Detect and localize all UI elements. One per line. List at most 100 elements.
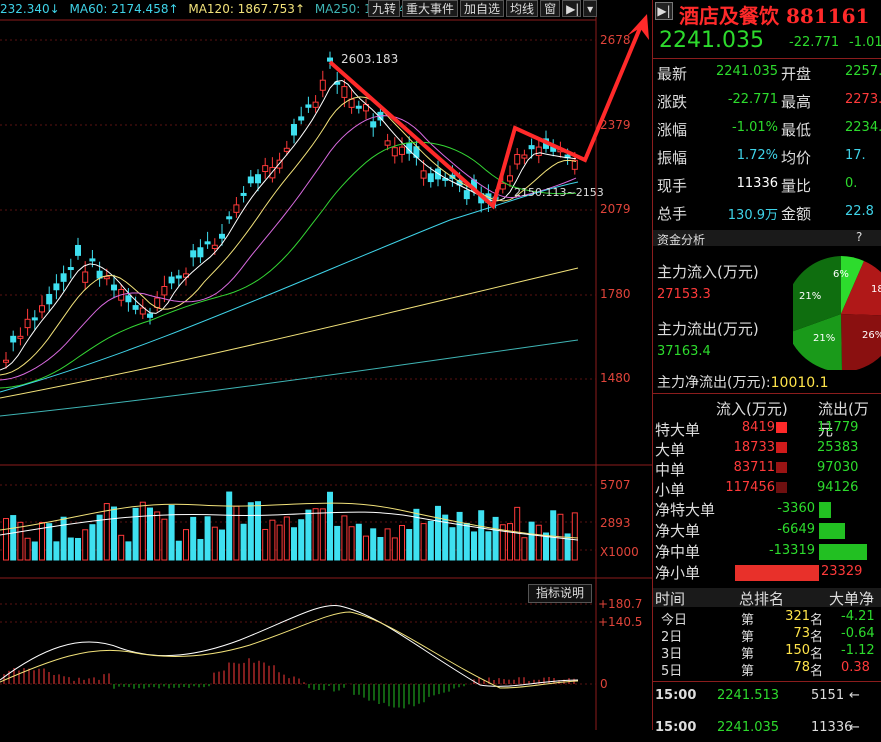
candle-body — [514, 154, 521, 165]
rank-number: 321 — [785, 609, 810, 624]
bignet-column-header: 大单净 — [829, 590, 875, 608]
quote-label: 均价 — [781, 149, 812, 167]
net-flow-bar — [735, 565, 819, 581]
volume-bar — [139, 501, 146, 561]
pin-icon[interactable]: ▶| — [655, 2, 673, 20]
candle-body — [39, 305, 45, 313]
candle-body — [211, 244, 218, 249]
volume-bar — [384, 528, 391, 561]
time-column-header: 时间 — [655, 590, 686, 608]
inflow-cell: 117456 — [707, 479, 789, 497]
volume-bar — [550, 510, 557, 561]
add-watchlist-button[interactable]: 加自选 — [460, 0, 505, 17]
jiuzhuan-button[interactable]: 九转 — [368, 0, 401, 17]
main-inflow-value: 27153.3 — [657, 287, 711, 302]
inflow-value: 117456 — [725, 480, 775, 495]
net-flow-bar — [819, 544, 867, 560]
rank-header: 时间 总排名 大单净 — [653, 588, 881, 608]
help-icon[interactable]: ? — [856, 230, 862, 244]
tick-time: 15:00 — [655, 688, 697, 703]
candle-body — [53, 283, 60, 291]
quote-value: 17. — [845, 148, 866, 163]
rank-column-header: 总排名 — [739, 590, 785, 608]
net-flow-bar — [819, 523, 845, 539]
volume-bar — [111, 506, 117, 561]
ma-lines-button[interactable]: 均线 — [506, 0, 539, 17]
volume-bar — [211, 526, 218, 561]
net-flow-bar — [819, 502, 831, 518]
ma-legend-item: 232.340↓ — [0, 2, 60, 16]
tick-price: 2241.513 — [717, 688, 780, 703]
volume-bar — [269, 519, 276, 561]
candle-body — [31, 317, 38, 321]
volume-bar — [240, 523, 247, 561]
candle-body — [197, 247, 204, 258]
tick-time: 15:00 — [655, 720, 697, 735]
panel-header: ▶| 酒店及餐饮 881161 — [653, 0, 881, 28]
volume-bar — [31, 541, 38, 561]
flow-row-label: 中单 — [655, 461, 686, 479]
last-price: 2241.035 — [659, 28, 764, 53]
candle-body — [521, 154, 528, 159]
kline-chart-svg[interactable] — [0, 0, 652, 730]
macd-axis-label: 0 — [600, 677, 608, 691]
quote-label: 最新 — [657, 65, 688, 83]
dropdown-arrow-icon[interactable]: ▾ — [583, 0, 598, 17]
moving-average-line — [0, 79, 577, 371]
candle-body — [111, 284, 117, 291]
indicator-help-button[interactable]: 指标说明 — [528, 584, 592, 603]
inflow-swatch — [776, 482, 787, 493]
main-outflow-value: 37163.4 — [657, 344, 711, 359]
volume-bar — [535, 524, 542, 561]
volume-bar — [528, 521, 535, 561]
candle-body — [247, 176, 254, 184]
volume-bar — [247, 502, 254, 561]
candle-body — [24, 318, 31, 329]
volume-bar — [312, 508, 319, 561]
price-axis-label: 1480 — [600, 371, 631, 385]
kline-chart-area[interactable]: 232.340↓ MA60: 2174.458↑ MA120: 1867.753… — [0, 0, 652, 730]
net-flow-row: 净中单 -13319 — [653, 541, 881, 562]
quote-panel: ▶| 酒店及餐饮 881161 2241.035 -22.771 -1.01 最… — [652, 0, 881, 735]
volume-bar — [226, 491, 233, 561]
outflow-value: 94126 — [817, 480, 859, 495]
candle-body — [219, 233, 225, 239]
volume-bar — [427, 520, 434, 561]
net-flow-row: 净大单 -6649 — [653, 520, 881, 541]
volume-bar — [485, 531, 492, 561]
net-flow-label: 净小单 — [655, 564, 701, 582]
quote-label: 振幅 — [657, 149, 688, 167]
volume-bar — [449, 527, 456, 561]
rank-period: 5日 — [661, 664, 683, 679]
volume-bar — [341, 515, 348, 561]
volume-bar — [183, 529, 189, 561]
price-axis-label: 1780 — [600, 287, 631, 301]
window-button[interactable]: 窗 — [540, 0, 561, 17]
quote-value: 130.9万 — [727, 208, 778, 223]
volume-bar — [190, 516, 197, 561]
volume-bar — [168, 504, 175, 561]
quote-value: 11336 — [736, 176, 778, 191]
candle-body — [528, 145, 535, 150]
volume-bar — [255, 501, 261, 561]
pin-right-icon[interactable]: ▶| — [562, 0, 582, 17]
candle-body — [10, 335, 17, 343]
major-events-button[interactable]: 重大事件 — [402, 0, 459, 17]
candle-body — [391, 147, 398, 157]
price-axis-label: 2379 — [600, 118, 631, 132]
candle-body — [427, 173, 434, 183]
macd-dif-line — [0, 604, 579, 687]
rank-row: 3日第 150 名 -1.12 — [653, 643, 881, 662]
moving-average-line — [0, 115, 577, 381]
candle-body — [291, 124, 297, 136]
pie-label: 21% — [813, 333, 835, 344]
candle-body — [420, 170, 427, 179]
inflow-value: 8419 — [741, 420, 775, 435]
volume-bar — [478, 510, 485, 561]
net-outflow-value: 10010.1 — [770, 375, 829, 391]
pie-label: 21% — [799, 291, 821, 302]
net-flow-row: 净特大单 -3360 — [653, 499, 881, 520]
candle-body — [262, 165, 269, 172]
quote-value: -22.771 — [727, 92, 778, 107]
candle-body — [507, 175, 513, 182]
